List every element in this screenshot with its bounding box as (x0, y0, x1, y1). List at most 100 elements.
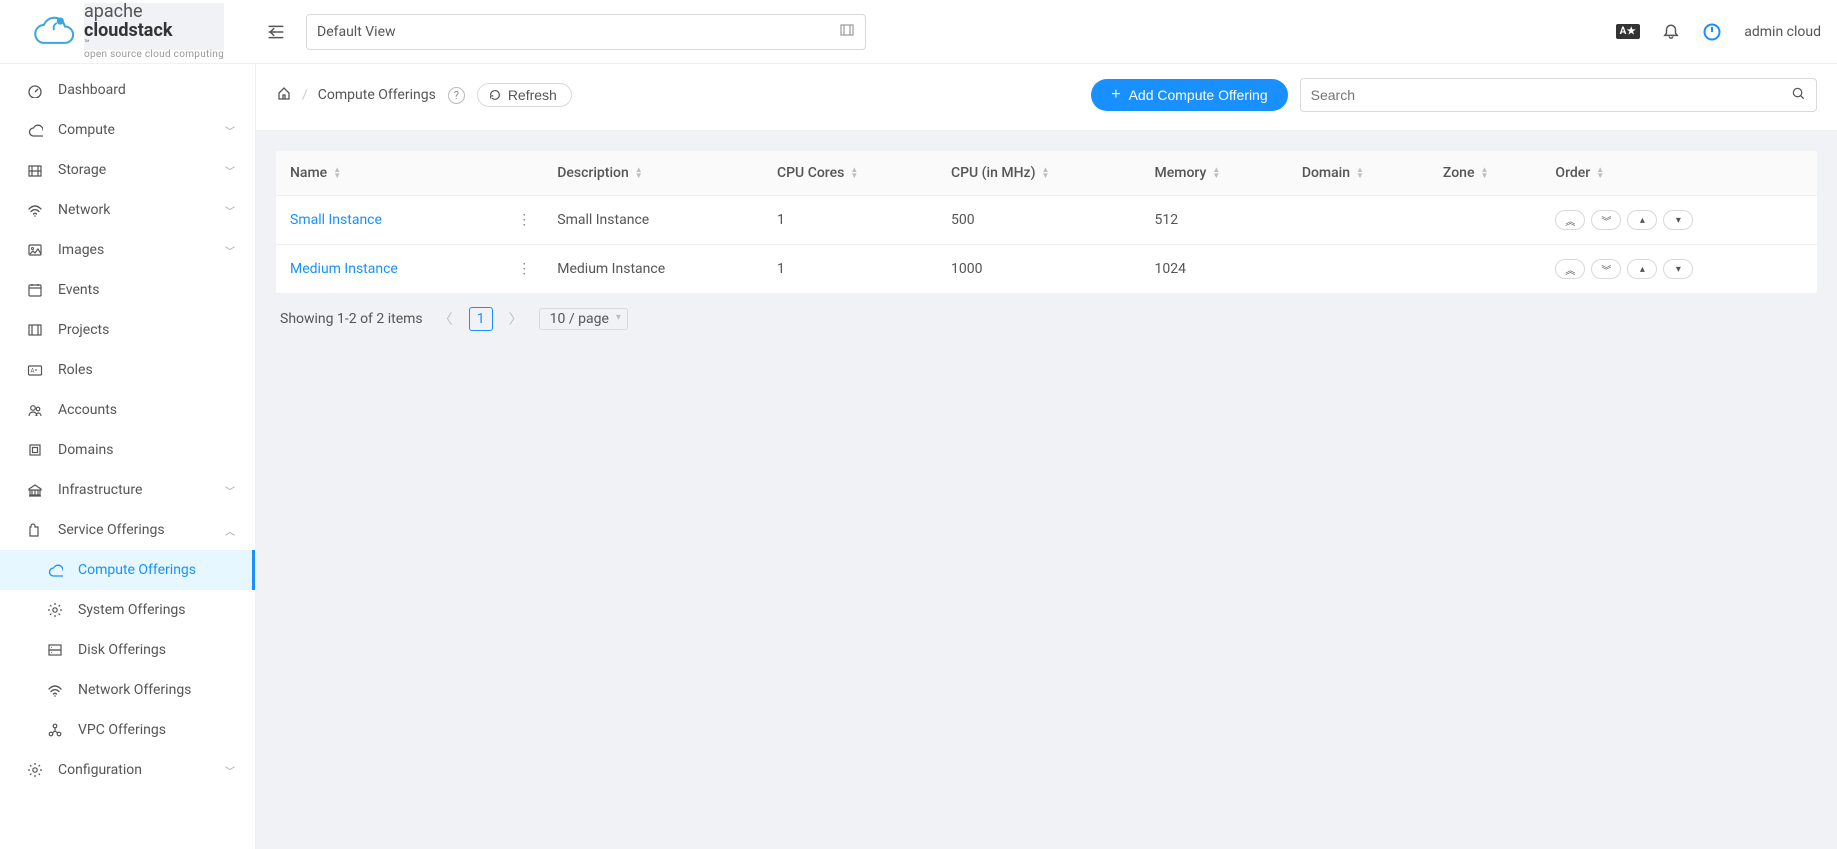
dashboard-icon (26, 82, 44, 98)
row-actions-menu[interactable]: ⋮ (511, 261, 537, 277)
offerings-table: Name▲▼Description▲▼CPU Cores▲▼CPU (in MH… (276, 151, 1817, 293)
sidebar-item-infrastructure[interactable]: Infrastructure﹀ (0, 470, 255, 510)
sidebar-item-domains[interactable]: Domains (0, 430, 255, 470)
sort-icon: ▲▼ (1356, 167, 1364, 179)
sidebar-item-compute-offerings[interactable]: Compute Offerings (0, 550, 255, 590)
sidebar-item-storage[interactable]: Storage﹀ (0, 150, 255, 190)
logo[interactable]: apachecloudstack™ open source cloud comp… (0, 3, 256, 61)
cell-cpu-mhz: 1000 (941, 245, 1145, 293)
add-compute-offering-button[interactable]: + Add Compute Offering (1091, 79, 1287, 111)
sidebar-item-label: Configuration (58, 762, 225, 778)
sidebar-item-vpc-offerings[interactable]: VPC Offerings (0, 710, 255, 750)
hdd-icon (46, 642, 64, 658)
chevron-down-icon: ﹀ (225, 483, 235, 498)
header: apachecloudstack™ open source cloud comp… (0, 0, 1837, 64)
order-bottom-button[interactable]: ︾ (1591, 210, 1621, 230)
cell-zone (1433, 245, 1546, 293)
sidebar-item-dashboard[interactable]: Dashboard (0, 70, 255, 110)
breadcrumb: / Compute Offerings ? (276, 85, 465, 105)
sidebar-item-roles[interactable]: Roles (0, 350, 255, 390)
chevron-down-icon: ﹀ (225, 243, 235, 258)
sidebar: DashboardCompute﹀Storage﹀Network﹀Images﹀… (0, 64, 256, 849)
chevron-down-icon: ﹀ (225, 203, 235, 218)
bell-icon (1662, 23, 1680, 41)
search-icon (1791, 86, 1806, 105)
idcard-icon (26, 362, 44, 378)
setting-icon (26, 762, 44, 778)
page-header: / Compute Offerings ? Refresh + Add Comp… (256, 64, 1837, 131)
setting-icon (46, 602, 64, 618)
deployment-icon (46, 722, 64, 738)
view-select[interactable]: Default View (306, 14, 866, 50)
sidebar-item-events[interactable]: Events (0, 270, 255, 310)
sidebar-item-configuration[interactable]: Configuration﹀ (0, 750, 255, 790)
sidebar-item-label: VPC Offerings (78, 722, 235, 738)
sidebar-item-system-offerings[interactable]: System Offerings (0, 590, 255, 630)
column-header[interactable]: CPU (in MHz)▲▼ (941, 151, 1145, 196)
sidebar-item-label: Domains (58, 442, 235, 458)
shopping-icon (26, 522, 44, 538)
order-top-button[interactable]: ︽ (1555, 210, 1585, 230)
refresh-button[interactable]: Refresh (477, 83, 572, 107)
order-down-button[interactable]: ▾ (1663, 259, 1693, 279)
sidebar-item-accounts[interactable]: Accounts (0, 390, 255, 430)
offering-name-link[interactable]: Medium Instance (290, 261, 398, 277)
order-up-button[interactable]: ▴ (1627, 259, 1657, 279)
order-top-button[interactable]: ︽ (1555, 259, 1585, 279)
sidebar-item-images[interactable]: Images﹀ (0, 230, 255, 270)
row-actions-menu[interactable]: ⋮ (511, 212, 537, 228)
menu-fold-icon (267, 23, 285, 41)
power-icon (1702, 22, 1722, 42)
column-header[interactable]: Order▲▼ (1545, 151, 1817, 196)
sidebar-item-network[interactable]: Network﹀ (0, 190, 255, 230)
breadcrumb-home[interactable] (276, 85, 292, 105)
table-row: Small Instance⋮Small Instance1500512︽︾▴▾ (276, 196, 1817, 245)
column-header[interactable]: Memory▲▼ (1145, 151, 1292, 196)
calendar-icon (26, 282, 44, 298)
cell-memory: 1024 (1145, 245, 1292, 293)
chevron-down-icon: ﹀ (225, 163, 235, 178)
help-button[interactable]: ? (448, 87, 465, 104)
sort-icon: ▲▼ (1480, 167, 1488, 179)
notifications-button[interactable] (1662, 23, 1680, 41)
user-menu-icon[interactable] (1702, 22, 1722, 42)
sidebar-item-service-offerings[interactable]: Service Offerings︿ (0, 510, 255, 550)
search-box[interactable] (1300, 78, 1817, 112)
sidebar-item-label: Infrastructure (58, 482, 225, 498)
sidebar-item-compute[interactable]: Compute﹀ (0, 110, 255, 150)
language-badge[interactable]: A★ (1616, 24, 1641, 39)
order-bottom-button[interactable]: ︾ (1591, 259, 1621, 279)
block-icon (26, 442, 44, 458)
menu-toggle-button[interactable] (256, 23, 296, 41)
wifi-icon (46, 682, 64, 698)
project-icon (26, 322, 44, 338)
order-down-button[interactable]: ▾ (1663, 210, 1693, 230)
sidebar-item-label: Storage (58, 162, 225, 178)
sidebar-item-label: Projects (58, 322, 235, 338)
pagination-next[interactable]: 〉 (505, 309, 527, 329)
pagination-page-size[interactable]: 10 / page (539, 308, 628, 330)
refresh-icon (488, 88, 502, 102)
cloud-icon (46, 562, 64, 578)
column-header[interactable]: Domain▲▼ (1292, 151, 1433, 196)
pagination-page-1[interactable]: 1 (469, 307, 493, 331)
sidebar-item-disk-offerings[interactable]: Disk Offerings (0, 630, 255, 670)
cell-cpu-cores: 1 (767, 245, 941, 293)
sidebar-item-projects[interactable]: Projects (0, 310, 255, 350)
user-name[interactable]: admin cloud (1744, 24, 1821, 40)
search-input[interactable] (1311, 87, 1791, 103)
column-header[interactable]: Description▲▼ (547, 151, 767, 196)
chevron-up-icon: ︿ (225, 523, 235, 538)
offering-name-link[interactable]: Small Instance (290, 212, 382, 228)
cell-domain (1292, 245, 1433, 293)
column-header[interactable]: Zone▲▼ (1433, 151, 1546, 196)
order-up-button[interactable]: ▴ (1627, 210, 1657, 230)
cloudstack-logo-icon (32, 12, 76, 52)
column-header[interactable]: CPU Cores▲▼ (767, 151, 941, 196)
sort-icon: ▲▼ (1041, 167, 1049, 179)
sidebar-item-network-offerings[interactable]: Network Offerings (0, 670, 255, 710)
pagination-prev[interactable]: 〈 (435, 309, 457, 329)
column-header[interactable]: Name▲▼ (276, 151, 547, 196)
chevron-down-icon: ﹀ (225, 123, 235, 138)
cell-cpu-cores: 1 (767, 196, 941, 245)
